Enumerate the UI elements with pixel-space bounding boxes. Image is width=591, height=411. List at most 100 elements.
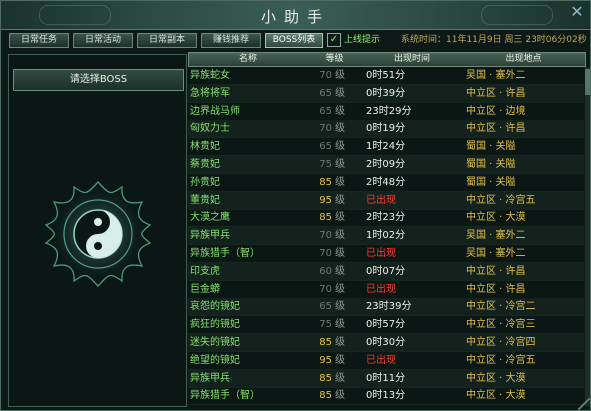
table-body: 异族蛇女 70 级 0时51分 吴国 · 塞外二 急将将军 65 级 0时39分 中立区 · 许昌… — [188, 67, 584, 406]
appear-time: 2时23分 — [366, 212, 406, 224]
boss-level: 85 — [319, 390, 332, 402]
table-row[interactable]: 林贵妃 65 级 1时24分 蜀国 · 关隘 — [188, 138, 584, 157]
header-time: 出现时间 — [393, 54, 430, 64]
tab-daily-tasks[interactable]: 日常任务 — [9, 33, 69, 48]
boss-name: 急将将军 — [190, 87, 230, 99]
title-bar[interactable]: 小助手 ✕ — [1, 1, 590, 30]
appear-time: 1时24分 — [366, 141, 406, 153]
appear-location: 中立区 · 冷宫五 — [466, 354, 536, 366]
level-unit: 级 — [335, 265, 345, 277]
table-row[interactable]: 巨金蟒 70 级 已出现 中立区 · 许昌 — [188, 281, 584, 299]
boss-level: 95 — [319, 354, 332, 366]
appear-time: 2时48分 — [366, 176, 406, 188]
appear-time: 0时19分 — [366, 123, 406, 135]
appear-time: 0时30分 — [366, 337, 406, 348]
scrollbar-thumb[interactable] — [585, 69, 590, 95]
boss-level: 70 — [319, 70, 332, 81]
tab-boss-list[interactable]: BOSS列表 — [265, 33, 323, 48]
table-row[interactable]: 匈奴力士 70 级 0时19分 中立区 · 许昌 — [188, 120, 584, 139]
boss-name: 边界战马师 — [190, 105, 240, 117]
table-row[interactable]: 异族甲兵 85 级 0时11分 中立区 · 大漠 — [188, 369, 584, 388]
appear-time: 0时51分 — [366, 70, 406, 81]
boss-level: 70 — [319, 123, 332, 135]
level-unit: 级 — [335, 283, 345, 295]
level-unit: 级 — [335, 141, 345, 153]
header-location: 出现地点 — [505, 54, 542, 64]
table-row[interactable]: 蔡贵妃 75 级 2时09分 蜀国 · 关隘 — [188, 156, 584, 174]
level-unit: 级 — [335, 301, 345, 313]
appear-location: 中立区 · 大漠 — [466, 212, 526, 224]
window-title: 小助手 — [260, 8, 330, 26]
select-boss-button[interactable]: 请选择BOSS — [13, 69, 184, 91]
tab-daily-dungeons[interactable]: 日常副本 — [137, 33, 197, 48]
close-icon[interactable]: ✕ — [568, 3, 586, 21]
boss-level: 65 — [319, 87, 332, 99]
appear-time: 已出现 — [366, 354, 396, 366]
boss-level: 70 — [319, 283, 332, 295]
appear-time: 1时02分 — [366, 230, 406, 242]
resize-handle-icon[interactable] — [578, 398, 590, 410]
boss-level: 60 — [319, 265, 332, 277]
table-row[interactable]: 印支虎 60 级 0时07分 中立区 · 许昌 — [188, 262, 584, 281]
table-row[interactable]: 异族猎手（智） 70 级 已出现 吴国 · 塞外二 — [188, 245, 584, 263]
level-unit: 级 — [335, 123, 345, 135]
appear-location: 中立区 · 许昌 — [466, 265, 526, 277]
table-row[interactable]: 迷失的镜妃 85 级 0时30分 中立区 · 冷宫四 — [188, 334, 584, 352]
boss-name: 异族甲兵 — [190, 372, 230, 384]
tab-daily-activities[interactable]: 日常活动 — [73, 33, 133, 48]
boss-name: 绝望的镜妃 — [190, 354, 240, 366]
boss-level: 65 — [319, 141, 332, 153]
table-row[interactable]: 异族蛇女 70 级 0时51分 吴国 · 塞外二 — [188, 67, 584, 85]
boss-name: 董贵妃 — [190, 194, 220, 206]
appear-location: 中立区 · 许昌 — [466, 283, 526, 295]
boss-level: 65 — [319, 301, 332, 313]
boss-name: 异族猎手（智） — [190, 248, 260, 259]
level-unit: 级 — [335, 230, 345, 242]
appear-time: 23时39分 — [366, 301, 412, 313]
yin-yang-emblem-icon — [44, 181, 152, 287]
appear-location: 中立区 · 许昌 — [466, 87, 526, 99]
table-row[interactable]: 异族猎手（智） 85 级 0时13分 中立区 · 大漠 — [188, 387, 584, 406]
online-tip-checkbox[interactable]: ✓ — [327, 33, 341, 47]
appear-location: 吴国 · 塞外二 — [466, 248, 526, 259]
appear-time: 已出现 — [366, 283, 396, 295]
level-unit: 级 — [335, 372, 345, 384]
table-row[interactable]: 大漠之鹰 85 级 2时23分 中立区 · 大漠 — [188, 209, 584, 228]
boss-level: 65 — [319, 105, 332, 117]
table-row[interactable]: 孙贵妃 85 级 2时48分 蜀国 · 关隘 — [188, 174, 584, 192]
boss-name: 巨金蟒 — [190, 283, 220, 295]
table-header: 名称 等级 出现时间 出现地点 — [188, 52, 586, 67]
table-row[interactable]: 异族甲兵 70 级 1时02分 吴国 · 塞外二 — [188, 227, 584, 246]
table-row[interactable]: 哀怨的镜妃 65 级 23时39分 中立区 · 冷宫二 — [188, 298, 584, 317]
level-unit: 级 — [335, 70, 345, 81]
appear-location: 中立区 · 大漠 — [466, 372, 526, 384]
table-row[interactable]: 绝望的镜妃 95 级 已出现 中立区 · 冷宫五 — [188, 352, 584, 370]
table-row[interactable]: 急将将军 65 级 0时39分 中立区 · 许昌 — [188, 84, 584, 103]
boss-name: 迷失的镜妃 — [190, 337, 240, 348]
table-row[interactable]: 边界战马师 65 级 23时29分 中立区 · 边境 — [188, 103, 584, 121]
boss-name: 印支虎 — [190, 265, 220, 277]
level-unit: 级 — [335, 176, 345, 188]
table-row[interactable]: 疯狂的镜妃 75 级 0时57分 中立区 · 冷宫三 — [188, 316, 584, 335]
appear-time: 已出现 — [366, 194, 396, 206]
header-level: 等级 — [325, 54, 344, 64]
boss-name: 异族甲兵 — [190, 230, 230, 242]
tab-money-recommend[interactable]: 赚钱推荐 — [201, 33, 261, 48]
boss-level: 85 — [319, 337, 332, 348]
boss-level: 70 — [319, 230, 332, 242]
boss-name: 匈奴力士 — [190, 123, 230, 135]
online-tip-label: 上线提示 — [344, 35, 381, 45]
appear-time: 0时39分 — [366, 87, 406, 99]
appear-time: 23时29分 — [366, 105, 412, 117]
boss-name: 孙贵妃 — [190, 176, 220, 188]
table-row[interactable]: 董贵妃 95 级 已出现 中立区 · 冷宫五 — [188, 191, 584, 210]
scrollbar[interactable] — [585, 67, 590, 406]
boss-name: 疯狂的镜妃 — [190, 319, 240, 331]
appear-location: 中立区 · 冷宫三 — [466, 319, 536, 331]
boss-level: 75 — [319, 159, 332, 170]
helper-window: 小助手 ✕ 日常任务 日常活动 日常副本 赚钱推荐 BOSS列表 ✓ 上线提示 … — [0, 0, 591, 411]
boss-level: 70 — [319, 248, 332, 259]
level-unit: 级 — [335, 105, 345, 117]
appear-location: 中立区 · 冷宫二 — [466, 301, 536, 313]
boss-level: 95 — [319, 194, 332, 206]
